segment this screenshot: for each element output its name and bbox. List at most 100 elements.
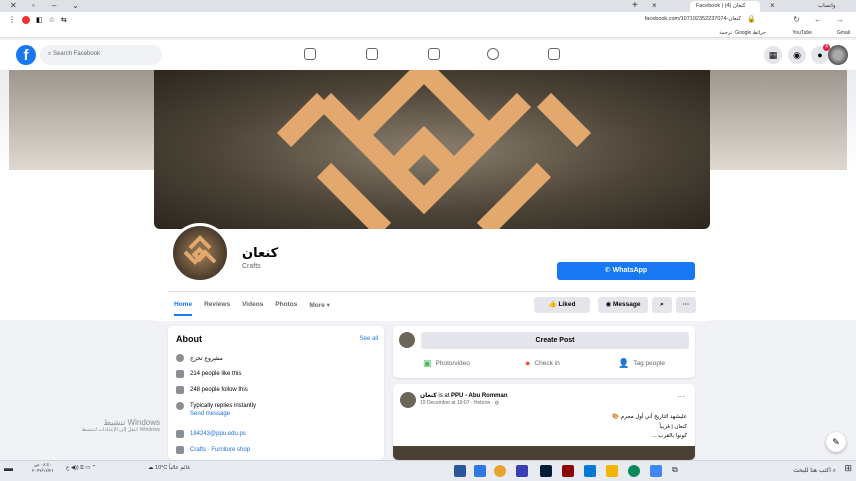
tab-facebook[interactable]: Facebook | كنعان (4) — [690, 1, 760, 12]
about-title: About — [176, 334, 202, 344]
page-more-button[interactable]: ··· — [676, 297, 696, 313]
watch-icon[interactable] — [366, 48, 378, 60]
groups-icon[interactable] — [487, 48, 499, 60]
bookmark-maps[interactable]: Google خرائط — [735, 30, 766, 36]
taskbar-search[interactable]: اكتب هنا للبحث ⌕ — [758, 464, 836, 478]
email-link[interactable]: 184243@ppu.edu.ps — [190, 431, 246, 437]
search-icon: ⌕ — [832, 468, 836, 474]
tab-title: واتساب — [818, 3, 836, 9]
back-icon[interactable]: ← — [814, 15, 822, 24]
post-text-line: كنعان | قريباً — [659, 424, 687, 430]
profile-logo-graphic — [183, 235, 217, 265]
url-text[interactable]: facebook.com/107192352237074-كنعان — [645, 16, 741, 22]
store-icon[interactable] — [584, 465, 596, 477]
bookmark-youtube[interactable]: YouTube — [792, 30, 812, 36]
avatar — [399, 332, 415, 348]
chrome-icon[interactable] — [494, 465, 506, 477]
whatsapp-button[interactable]: ✆ WhatsApp — [557, 262, 695, 280]
whatsapp-label: WhatsApp — [612, 267, 648, 274]
lock-icon[interactable]: 🔒 — [747, 15, 756, 23]
windows-taskbar: ▬ ٠٨:٤٠ ص ٢٠٢٢/١٢/٢١ ع ◀)) ⌸ ▭ ⌃ ☁ 10°C … — [0, 460, 856, 481]
about-row-email: 184243@ppu.edu.ps — [176, 430, 246, 438]
edge-icon[interactable] — [628, 465, 640, 477]
page-search-button[interactable]: ⌕ — [652, 297, 672, 313]
profile-avatar-icon[interactable] — [22, 15, 30, 24]
liked-button[interactable]: 👍 Liked — [534, 297, 590, 313]
tab-more[interactable]: More ▾ — [309, 301, 330, 316]
messenger-icon[interactable]: ◉ — [788, 46, 806, 64]
tab-list-icon[interactable]: ⌄ — [72, 1, 79, 10]
send-message-text[interactable]: Send message — [190, 411, 230, 417]
search-icon: ⌕ — [660, 301, 664, 308]
restore-window-icon[interactable]: ▫ — [32, 1, 35, 10]
forward-icon[interactable]: → — [836, 15, 844, 24]
post-options-icon[interactable]: ··· — [677, 392, 685, 401]
send-message-link[interactable]: Send message — [190, 411, 230, 417]
page-profile-picture[interactable] — [170, 223, 230, 283]
create-post-button[interactable]: Create Post — [421, 332, 689, 349]
new-tab-icon[interactable]: + — [632, 0, 638, 11]
tab-close-icon[interactable]: × — [652, 1, 657, 10]
tab-videos[interactable]: Videos — [242, 301, 263, 316]
post-image[interactable] — [393, 446, 695, 460]
tab-reviews[interactable]: Reviews — [204, 301, 230, 316]
weather-widget[interactable]: ☁ 10°C غائم عالياً — [148, 465, 190, 471]
post-location[interactable]: PPU - Abu Romman — [451, 393, 507, 399]
tag-people-button[interactable]: 👤 Tag people — [618, 358, 665, 369]
minimize-window-icon[interactable]: – — [52, 1, 56, 10]
cover-photo[interactable] — [154, 70, 710, 229]
tab-close-icon[interactable]: × — [770, 1, 775, 10]
avatar[interactable] — [400, 392, 416, 408]
photo-icon: ▣ — [423, 358, 432, 368]
tab-home[interactable]: Home — [174, 301, 193, 316]
category-link[interactable]: Crafts · Furniture shop — [190, 447, 250, 453]
divider — [168, 291, 696, 292]
star-icon[interactable]: ☆ — [49, 16, 55, 24]
extensions-area: ⋮ ◧ ☆ ⇆ — [8, 15, 67, 24]
windows-activation-watermark: تنشيط Windows انتقل إلى الإعدادات لتنشيط… — [60, 418, 160, 433]
system-tray-icons[interactable]: ع ◀)) ⌸ ▭ ⌃ — [66, 465, 96, 472]
clock[interactable]: ٠٨:٤٠ ص ٢٠٢٢/١٢/٢١ — [32, 462, 54, 474]
bookmark-translate[interactable]: ترجمة — [719, 30, 732, 36]
sidebar-icon[interactable]: ◧ — [36, 16, 43, 24]
bookmark-gmail[interactable]: Gmail — [837, 30, 850, 36]
photoshop-icon[interactable] — [540, 465, 552, 477]
file-explorer-icon[interactable] — [606, 465, 618, 477]
translate-icon[interactable]: ⇆ — [61, 16, 67, 24]
message-button[interactable]: ◉ Message — [598, 297, 648, 313]
start-button-icon[interactable]: ⊞ — [844, 463, 852, 474]
page-tabs: Home Reviews Videos Photos More ▾ — [174, 301, 330, 316]
clock-date: ٢٠٢٢/١٢/٢١ — [32, 468, 54, 473]
close-window-icon[interactable]: ✕ — [10, 1, 17, 10]
kanaan-logo-graphic — [276, 70, 592, 229]
menu-grid-icon[interactable]: ▦ — [764, 46, 782, 64]
illustrator-icon[interactable] — [562, 465, 574, 477]
photo-video-button[interactable]: ▣ Photo/video — [423, 358, 470, 369]
about-text: 248 people follow this — [190, 387, 248, 393]
app-icon[interactable] — [650, 465, 662, 477]
page-category: Crafts — [242, 263, 261, 270]
whatsapp-icon: ✆ — [604, 267, 613, 274]
reload-icon[interactable]: ↻ — [793, 15, 800, 24]
see-all-link[interactable]: See all — [360, 336, 378, 342]
account-avatar[interactable] — [828, 45, 848, 65]
word-app-icon[interactable] — [454, 465, 466, 477]
app-icon[interactable] — [516, 465, 528, 477]
post-meta[interactable]: 19 December at 19:07 · Hebron · ◍ — [420, 400, 499, 406]
marketplace-icon[interactable] — [428, 48, 440, 60]
search-input[interactable]: ⌕ Search Facebook — [40, 45, 162, 65]
facebook-logo-icon[interactable]: f — [16, 45, 36, 65]
tab-whatsapp[interactable]: واتساب — [812, 1, 856, 12]
post-author[interactable]: كنعان — [420, 393, 437, 399]
notification-center-icon[interactable]: ▬ — [4, 463, 13, 473]
new-message-button[interactable]: ✎ — [826, 432, 846, 452]
check-in-button[interactable]: ● Check in — [525, 358, 560, 368]
menu-dots-icon[interactable]: ⋮ — [8, 15, 16, 24]
home-icon[interactable] — [304, 48, 316, 60]
app-icon[interactable] — [474, 465, 486, 477]
gaming-icon[interactable] — [548, 48, 560, 60]
task-view-icon[interactable]: ⧉ — [672, 465, 684, 477]
like-icon — [176, 370, 184, 378]
about-row-replies: Typically replies instantly — [176, 402, 256, 410]
tab-photos[interactable]: Photos — [275, 301, 297, 316]
